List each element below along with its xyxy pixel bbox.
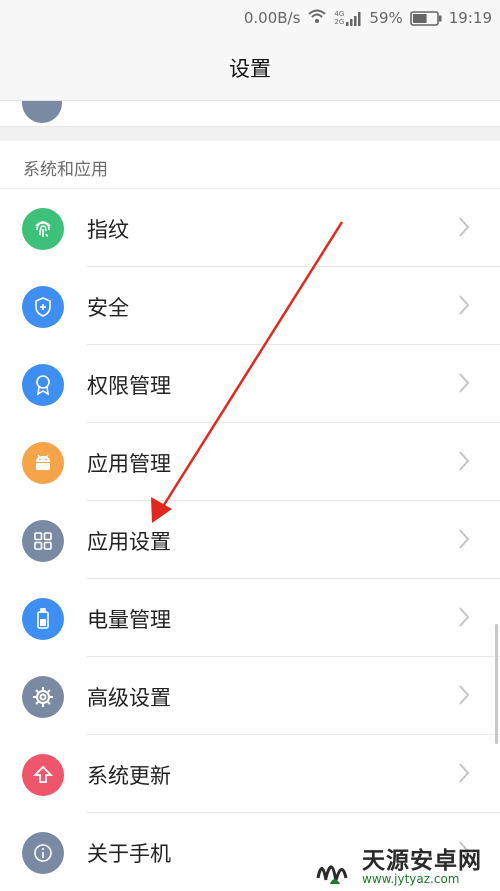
battery-fill (412, 13, 427, 23)
chevron-right-icon (459, 529, 470, 549)
menu-item-label: 权限管理 (87, 374, 171, 398)
section-title: 系统和应用 (23, 160, 108, 180)
page-title: 设置 (229, 57, 271, 81)
menu-item-system-update[interactable]: 系统更新 (0, 735, 500, 813)
badge-icon (22, 364, 64, 406)
grid-icon (22, 520, 64, 562)
chevron-right-icon (459, 607, 470, 627)
menu-item-security[interactable]: 安全 (0, 267, 500, 345)
chevron-right-icon (459, 451, 470, 471)
section-header: 系统和应用 (0, 141, 500, 189)
menu-item-app-management[interactable]: 应用管理 (0, 423, 500, 501)
chevron-right-icon (459, 763, 470, 783)
battery-icon (409, 10, 442, 26)
chevron-right-icon (459, 217, 470, 237)
menu-item-label: 安全 (87, 296, 129, 320)
chevron-right-icon (459, 373, 470, 393)
scrollbar[interactable] (495, 624, 498, 744)
signal-icon: 4G 2G (334, 10, 362, 26)
menu-item-battery[interactable]: 电量管理 (0, 579, 500, 657)
previous-item-icon (22, 101, 62, 123)
menu-item-app-settings[interactable]: 应用设置 (0, 501, 500, 579)
info-icon (22, 832, 64, 874)
shield-icon (22, 286, 64, 328)
update-arrow-icon (22, 754, 64, 796)
menu-item-fingerprint[interactable]: 指纹 (0, 189, 500, 267)
status-bar: 0.00B/s 4G 2G 59% 19:19 (0, 0, 500, 36)
network-type: 4G 2G (334, 10, 345, 26)
gear-icon (22, 676, 64, 718)
menu-item-label: 关于手机 (87, 842, 171, 866)
menu-item-label: 高级设置 (87, 686, 171, 710)
wifi-icon (307, 8, 327, 28)
watermark-logo-icon (316, 865, 348, 884)
menu-item-label: 应用管理 (87, 452, 171, 476)
menu-item-advanced-settings[interactable]: 高级设置 (0, 657, 500, 735)
menu-item-label: 指纹 (87, 218, 129, 242)
watermark-title: 天源安卓网 (362, 848, 482, 875)
watermark-url: www.jytyaz.com (362, 872, 460, 887)
network-speed: 0.00B/s (243, 9, 301, 27)
menu-item-label: 电量管理 (87, 608, 171, 632)
menu-item-permissions[interactable]: 权限管理 (0, 345, 500, 423)
chevron-right-icon (459, 295, 470, 315)
menu-item-label: 应用设置 (87, 530, 171, 554)
title-bar: 设置 (0, 36, 500, 101)
battery-icon (22, 598, 64, 640)
battery-percent: 59% (369, 9, 403, 27)
status-bar-right: 0.00B/s 4G 2G 59% 19:19 (244, 0, 492, 36)
previous-item-peek[interactable] (0, 101, 500, 127)
menu-item-label: 系统更新 (87, 764, 171, 788)
clock: 19:19 (448, 9, 492, 27)
watermark-text: 天源安卓网 www.jytyaz.com (362, 849, 482, 886)
section-gap (0, 127, 500, 141)
chevron-right-icon (459, 685, 470, 705)
watermark: 天源安卓网 www.jytyaz.com (312, 846, 500, 889)
settings-list: 指纹 安全 权限管理 应用管理 应用设置 电量管理 高级设置 系统更新 关于手机 (0, 189, 500, 891)
android-icon (22, 442, 64, 484)
fingerprint-icon (22, 208, 64, 250)
